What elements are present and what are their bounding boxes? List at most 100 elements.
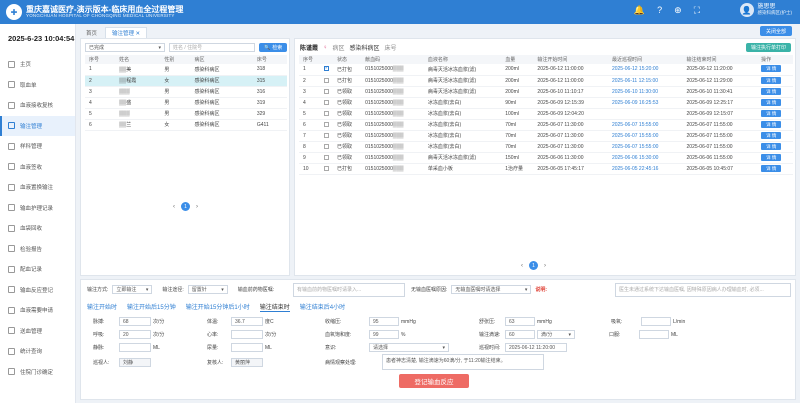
table-row[interactable]: 9 已领取 0151025000▒▒▒ 病毒灭活冰冻血浆(滤) 150ml 2025-06… [299,152,793,164]
hr-input[interactable] [231,330,263,339]
sidebar-item-report[interactable]: 检验报告 [0,239,75,260]
sidebar-item-apply[interactable]: 血液需要申请 [0,300,75,321]
method-select[interactable]: 立即输注 ▾ [112,285,153,294]
iv-input[interactable] [119,343,151,352]
sidebar-item-form[interactable]: 取血单 [0,75,75,96]
subtab-start[interactable]: 输注开始时 [87,302,117,312]
table-row[interactable]: 2 ▒▒程霞女感染科病区 315 [85,75,287,87]
table-row[interactable]: 1已打包0151025000▒▒▒病毒灭活冰冻血浆(滤)200ml2025-06… [299,64,793,76]
detail-button[interactable]: 详 情 [761,76,782,84]
oxy-input[interactable] [641,317,671,326]
sidebar-item-record[interactable]: 输血护理记录 [0,198,75,219]
route-select[interactable]: 留置针 ▾ [187,285,228,294]
oral-input[interactable] [639,330,669,339]
hospital-icon[interactable]: ⊕ [674,5,682,16]
prev-page-icon[interactable]: ‹ [521,263,523,269]
patrol-input[interactable]: 刘静 [119,358,151,367]
checker-input[interactable]: 黄丽萍 [231,358,263,367]
subtab-15min[interactable]: 输注开始后15分钟 [127,302,176,312]
detail-button[interactable]: 详 情 [761,98,782,106]
next-page-icon[interactable]: › [196,204,198,210]
next-page-icon[interactable]: › [544,263,546,269]
tab-home[interactable]: 首页 [80,27,103,38]
row-checkbox[interactable] [323,165,329,171]
detail-button[interactable]: 详 情 [761,87,782,95]
row-checkbox[interactable] [323,99,329,105]
sidebar-item-home[interactable]: 主页 [0,54,75,75]
row-checkbox[interactable] [323,143,329,149]
sidebar-item-infusion[interactable]: 输注管理 [0,115,75,136]
table-row[interactable]: 3 ▒▒▒ 男感染科病区 316 [85,86,287,98]
subtab-end[interactable]: 输注结束时 [259,302,290,312]
avatar[interactable]: 👤 [739,3,754,17]
table-row[interactable]: 7 已领取 0151025000▒▒▒ 冰冻血浆(去白) 70ml 2025-06-07 … [299,130,793,142]
sidebar-item-delivery[interactable]: 送血管理 [0,321,75,342]
row-checkbox[interactable] [323,77,329,83]
search-button[interactable]: 🔍 检索 [259,43,288,52]
sidebar-item-recycle[interactable]: 血袋回收 [0,218,75,239]
page-number[interactable]: 1 [181,202,190,211]
table-row[interactable]: 1 ▒▒美男感染科病区 318 [85,64,287,76]
detail-button[interactable]: 详 情 [761,120,782,128]
sbp-input[interactable]: 95 [369,317,399,326]
sidebar-item-reaction[interactable]: 输血反应登记 [0,280,75,301]
before-drug-input[interactable]: 有输血前药物医嘱时请录入... [293,283,405,297]
table-row[interactable]: 2 已打包 0151025000▒▒▒ 病毒灭活冰冻血浆(滤) 200ml 2025-06… [299,75,793,87]
temp-input[interactable]: 36.7 [231,317,263,326]
status-select[interactable]: 已完成 ▾ [85,43,165,52]
table-row[interactable]: 3 已领取 0151025000▒▒▒ 病毒灭活冰冻血浆(滤) 200ml 2025-06… [299,86,793,98]
conscious-select[interactable]: 请选择 ▾ [369,343,449,352]
row-checkbox[interactable] [323,110,329,116]
table-row[interactable]: 5 ▒▒▒ 男感染科病区 329 [85,108,287,120]
table-row[interactable]: 4 已领取 0151025000▒▒▒ 冰冻血浆(去白) 90ml 2025-06-09 … [299,97,793,109]
detail-button[interactable]: 详 情 [761,65,782,73]
user-menu[interactable]: 👤 施思思 感染科病区(护士) [739,3,792,17]
sidebar-item-stats[interactable]: 统计查询 [0,341,75,362]
subtab-4hour[interactable]: 输注结束后4小时 [300,302,345,312]
print-button[interactable]: 输注执行单打印 [745,43,791,52]
sidebar-item-exchange[interactable]: 血液置换输注 [0,177,75,198]
table-row[interactable]: 8 已领取 0151025000▒▒▒ 冰冻血浆(去白) 70ml 2025-06-07 … [299,141,793,153]
subtab-1hour[interactable]: 输注开始15分钟后1小时 [186,302,250,312]
detail-button[interactable]: 详 情 [761,164,782,172]
row-checkbox[interactable] [323,132,329,138]
sidebar-item-match[interactable]: 配血记录 [0,259,75,280]
table-row[interactable]: 6 ▒▒兰女感染科病区 G411 [85,119,287,131]
row-checkbox[interactable] [323,121,329,127]
speed-unit-select[interactable]: 滴/分 ▾ [537,330,575,339]
table-row[interactable]: 6 已领取 0151025000▒▒▒ 冰冻血浆(去白) 70ml 2025-06-07 … [299,119,793,131]
observe-textarea[interactable]: 患者神志清楚, 输注滴速为60滴/分, 于11:20输注结束。 [382,354,544,370]
search-input[interactable]: 姓名 / 住院号 [169,43,255,52]
prev-page-icon[interactable]: ‹ [173,204,175,210]
visit-time-input[interactable]: 2025-06-12 11:20:00 [505,343,567,352]
tab-infusion[interactable]: 输注管理 ✕ [105,27,148,38]
pulse-input[interactable]: 68 [119,317,151,326]
speed-input[interactable]: 60 [505,330,535,339]
sidebar-item-sign[interactable]: 血液签收 [0,157,75,178]
reaction-reason-select[interactable]: 无输血医嘱时请选择 ▾ [451,285,532,294]
spo2-input[interactable]: 99 [369,330,399,339]
table-row[interactable]: 5 已领取 0151025000▒▒▒ 冰冻血浆(去白) 100ml 2025-06-09… [299,108,793,120]
row-checkbox[interactable] [323,88,329,94]
detail-button[interactable]: 详 情 [761,153,782,161]
row-checkbox[interactable] [323,154,329,160]
fullscreen-icon[interactable]: ⛶ [694,5,700,16]
table-row[interactable]: 4 ▒▒盛男感染科病区 319 [85,97,287,109]
detail-button[interactable]: 详 情 [761,109,782,117]
sidebar-item-hospital[interactable]: 住院门诊确定 [0,362,75,383]
close-all-button[interactable]: 关闭全部 [759,26,792,36]
register-reaction-button[interactable]: 登记输血反应 [399,374,469,388]
sidebar-item-sample[interactable]: 样科管理 [0,136,75,157]
detail-button[interactable]: 详 情 [761,142,782,150]
sidebar-item-receive[interactable]: 血液接收复核 [0,95,75,116]
row-checkbox[interactable] [323,65,329,72]
table-row[interactable]: 10 已打包 0151025000▒▒▒ 单采血小板 1治疗量 2025-06-05 17… [299,163,793,175]
resp-input[interactable]: 20 [119,330,151,339]
dbp-input[interactable]: 63 [505,317,535,326]
detail-button[interactable]: 详 情 [761,131,782,139]
bell-icon[interactable]: 🔔 [634,5,645,16]
page-number[interactable]: 1 [529,261,538,270]
output-input[interactable] [231,343,263,352]
note-input[interactable]: 医生未通过系统下达输血医嘱, 因特殊原因病人办理输血时, 必须... [615,283,791,297]
help-icon[interactable]: ? [657,5,662,16]
